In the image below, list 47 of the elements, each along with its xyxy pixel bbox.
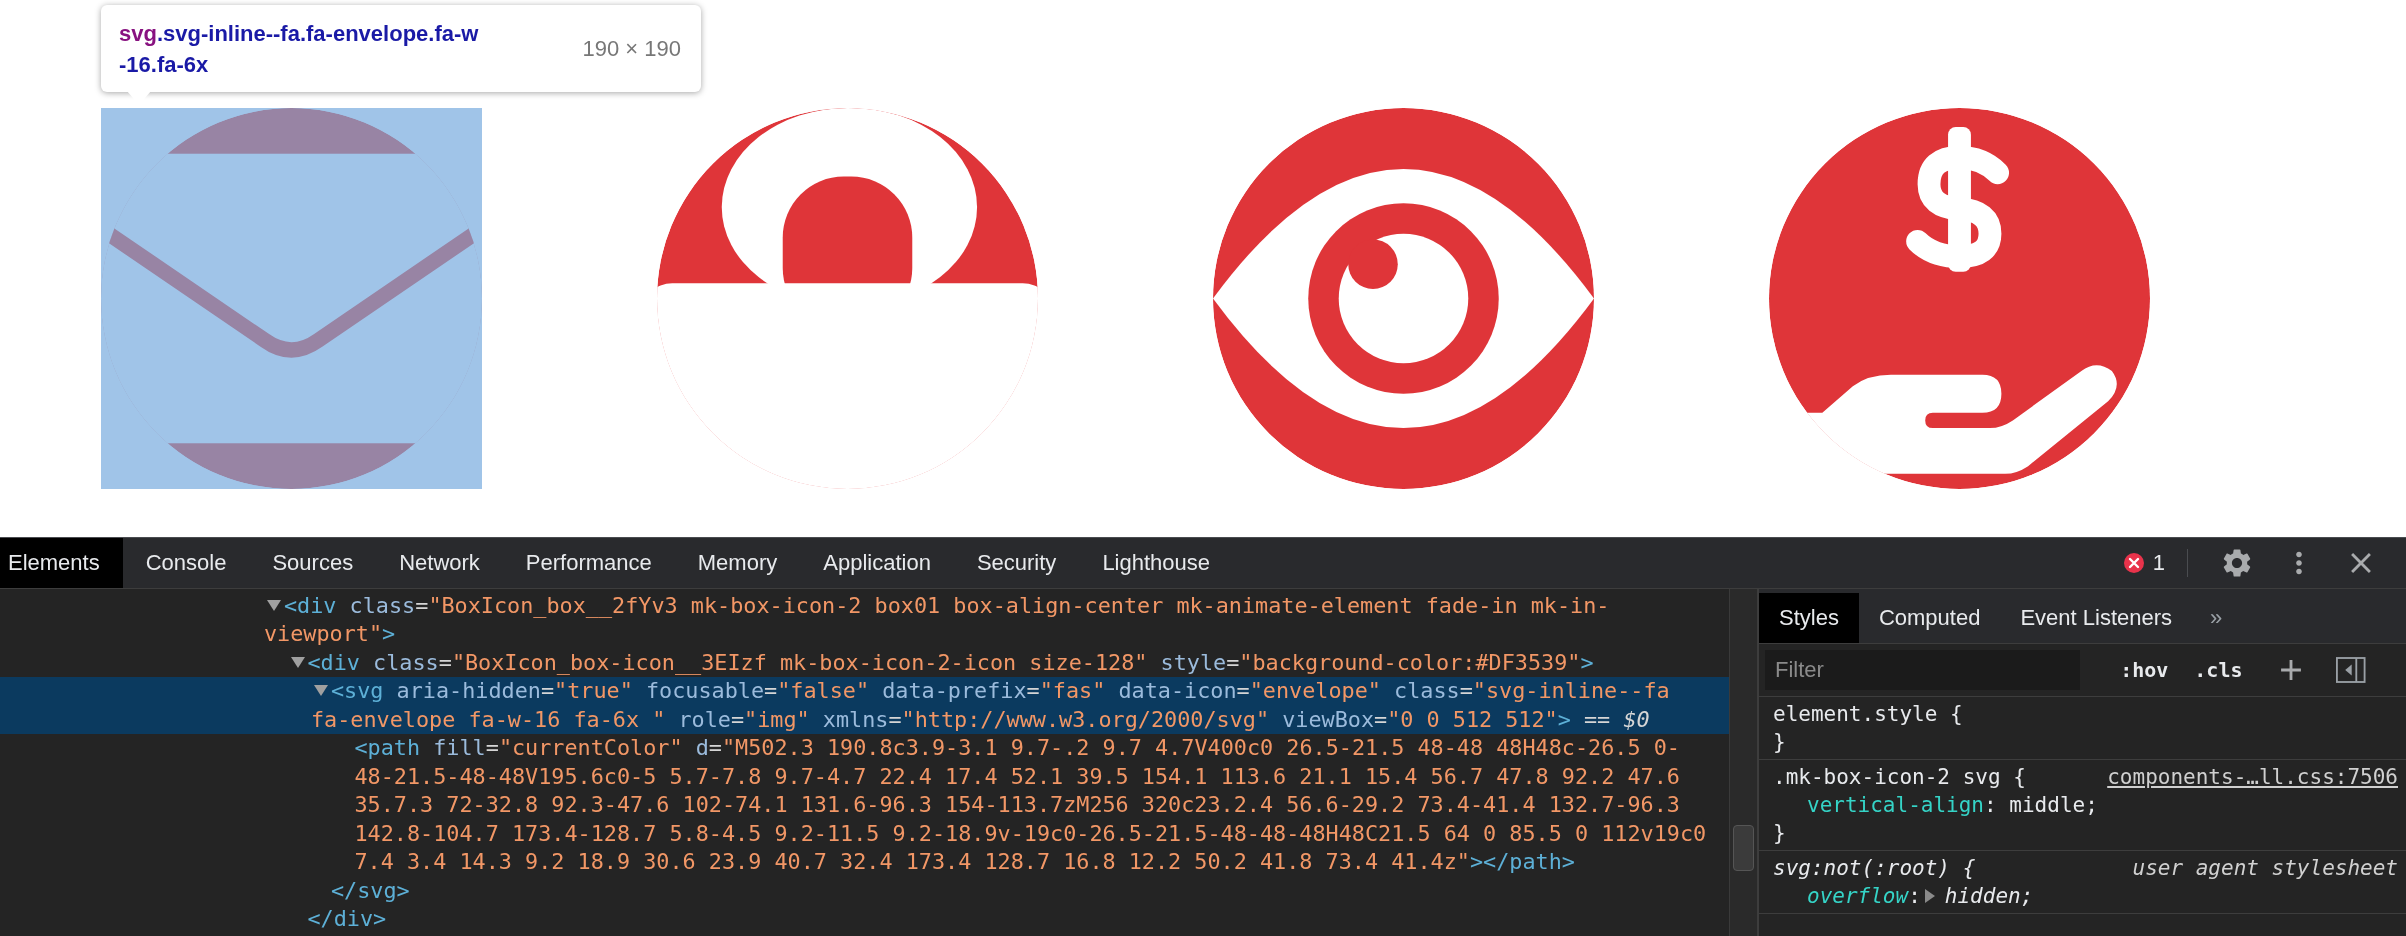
css-property[interactable]: vertical-align [1807, 793, 1984, 817]
code-line[interactable]: 48-21.5-48-48V195.6c0-5 5.7-7.8 9.7-4.7 22.4 17.4 52.1 39.5 154.1 113.6 21.1 15.4 56.7 47.8 92.2 47.6 [0, 762, 1729, 791]
error-icon[interactable] [2122, 552, 2145, 574]
styles-tab[interactable]: Event Listeners [2000, 593, 2193, 643]
css-property[interactable]: overflow [1807, 884, 1909, 908]
devtools-tab[interactable]: Console [122, 538, 250, 588]
devtools-tab[interactable]: Sources [249, 538, 377, 588]
sidebar-toggle-icon[interactable] [2336, 656, 2366, 684]
toggle-button[interactable]: .cls [2190, 658, 2247, 682]
error-count[interactable]: 1 [2152, 550, 2165, 576]
closing-brace: } [1773, 821, 1786, 845]
colon: : [1908, 884, 1921, 908]
scrollbar-thumb[interactable] [1733, 825, 1754, 871]
rule-selector: .mk-box-icon-2 svg { [1773, 765, 2026, 789]
stylesheet-origin-label: user agent stylesheet [2132, 856, 2398, 880]
expand-triangle-icon[interactable] [1924, 889, 1935, 903]
code-line[interactable]: 142.8-104.7 173.4-128.7 5.8-4.5 9.2-11.5 9.2-18.9v-19c0-26.5-21.5-48-48-48H48C21.5 64 0 85.5 0 112v19c0 [0, 819, 1729, 848]
styles-tab[interactable]: Computed [1858, 593, 2001, 643]
css-value[interactable]: hidden; [1944, 884, 2034, 908]
code-line[interactable]: </div> [0, 904, 1729, 933]
devtools-tab[interactable]: Security [953, 538, 1080, 588]
more-tabs-chevron[interactable]: » [2192, 605, 2223, 631]
closing-brace: } [1773, 730, 1786, 754]
source-link[interactable]: components-…ll.css:7506 [2107, 765, 2398, 789]
devtools-tab[interactable]: Elements [0, 538, 123, 588]
code-line[interactable]: <div class="BoxIcon_box__2fYv3 mk-box-icon-2 box01 box-align-center mk-animate-element fade-in mk-in- [0, 591, 1729, 620]
selector-text: svg.svg-inline--fa.fa-envelope.fa-w -16.fa-6x [119, 19, 479, 79]
code-line[interactable]: 35.7.3 72-32.8 92.3-47.6 102-74.1 131.6-96.3 154-113.7zM256 320c23.2.4 56.6-29.2 73.4-41.4 132.7-96.3 [0, 790, 1729, 819]
rule-selector: element.style { [1773, 702, 1963, 726]
devtools-tab[interactable]: Network [376, 538, 503, 588]
toggle-button[interactable]: :hov [2116, 658, 2173, 682]
scrollbar[interactable] [1729, 589, 1757, 936]
disclosure-triangle-icon[interactable] [267, 599, 281, 611]
filter-field[interactable]: Filter [1765, 650, 2081, 690]
devtools-tab[interactable]: Lighthouse [1079, 538, 1234, 588]
code-line[interactable]: 7.4 3.4 14.3 9.2 18.9 30.6 23.9 40.7 32.4 173.4 128.7 16.8 12.2 50.2 41.8 73.4 41.4z"></path> [0, 847, 1729, 876]
code-line[interactable]: <path fill="currentColor" d="M502.3 190.8c3.9-3.1 9.7-.2 9.7 4.7V400c0 26.5-21.5 48-48 48H48c-26.5 0- [0, 733, 1729, 762]
css-value[interactable]: middle; [2009, 793, 2098, 817]
devtools-tab[interactable]: Performance [502, 538, 675, 588]
styles-tab[interactable]: Styles [1759, 593, 1859, 643]
colon: : [1984, 793, 1997, 817]
devtools-tab[interactable]: Memory [674, 538, 801, 588]
rule-selector: svg:not(:root) { [1773, 856, 1976, 880]
code-line[interactable]: </svg> [0, 876, 1729, 905]
size-text: 190 × 190 [582, 35, 681, 62]
devtools-tab[interactable]: Application [800, 538, 954, 588]
code-line[interactable]: viewport"> [0, 619, 1729, 648]
